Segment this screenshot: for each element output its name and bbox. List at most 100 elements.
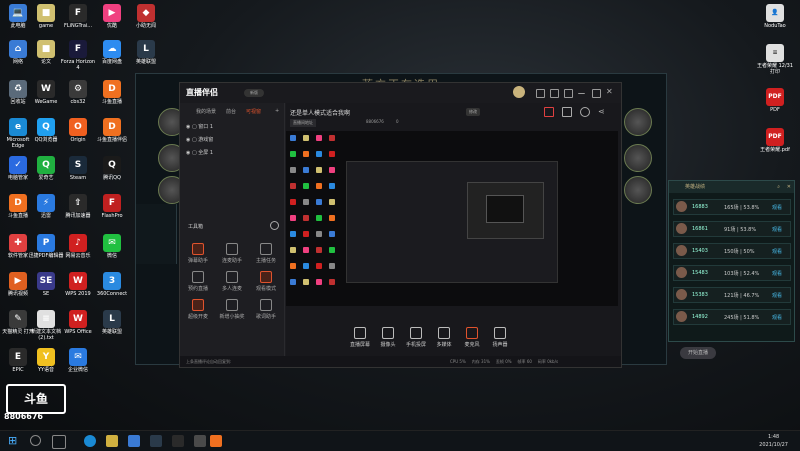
tab-front[interactable]: 前台: [226, 108, 236, 115]
record-icon[interactable]: [580, 107, 590, 117]
desktop-icon[interactable]: ≡ 王者荣耀 12/31 打印: [757, 44, 793, 75]
scene-item[interactable]: ◉ ▢ 游戏窗: [186, 136, 213, 143]
desktop-icon[interactable]: SE SE: [28, 272, 64, 298]
version-badge[interactable]: 新版: [244, 89, 264, 97]
desktop-icon[interactable]: D 斗鱼直播伴侣: [94, 118, 130, 144]
desktop-icon[interactable]: S Steam: [60, 156, 96, 182]
desktop-icon[interactable]: ■ game: [28, 4, 64, 30]
desktop-icon[interactable]: ◆ 小助无闻: [128, 4, 164, 30]
toolbox-item[interactable]: 观看模式: [252, 271, 280, 292]
taskbar: ⊞ 1:48 2021/10/27: [0, 430, 800, 451]
scene-item[interactable]: ◉ ▢ 窗口 1: [186, 123, 213, 130]
toolbox-item[interactable]: 歌词助手: [252, 299, 280, 320]
desktop-icon[interactable]: ≡ 新建文本文档 (2).txt: [28, 310, 64, 341]
toolbox-item[interactable]: 超级开麦: [184, 299, 212, 320]
watch-link[interactable]: 观看: [772, 314, 782, 321]
desktop-icon[interactable]: Q 腾讯QQ: [94, 156, 130, 182]
desktop-icon[interactable]: L 英雄联盟: [128, 40, 164, 66]
message-icon[interactable]: [536, 89, 545, 98]
gift-icon[interactable]: [544, 107, 554, 117]
edit-title-button[interactable]: 修改: [466, 108, 480, 116]
stream-title[interactable]: 还是单人模式适合我啊: [290, 108, 350, 117]
task-view-icon[interactable]: [52, 435, 66, 449]
control-button[interactable]: 多媒体: [430, 327, 458, 348]
desktop-icon[interactable]: W WPS Office: [60, 310, 96, 336]
champion-portrait[interactable]: [624, 144, 652, 172]
streaming-app-icon[interactable]: [210, 435, 222, 447]
desktop-app-icon: L: [103, 310, 121, 328]
desktop-icon[interactable]: F FlashPro: [94, 194, 130, 220]
toolbox-item[interactable]: 弹幕助手: [184, 243, 212, 264]
control-button[interactable]: 手机投屏: [402, 327, 430, 348]
share-icon[interactable]: ⋖: [598, 107, 605, 116]
store-icon[interactable]: [128, 435, 140, 447]
desktop-icon[interactable]: 3 360Connect: [94, 272, 130, 298]
avatar[interactable]: [513, 86, 525, 98]
control-button[interactable]: 扬声器: [486, 327, 514, 348]
close-icon[interactable]: ✕: [606, 87, 613, 96]
desktop-icon[interactable]: ☁ 百度网盘: [94, 40, 130, 66]
close-icon[interactable]: ✕: [787, 181, 791, 193]
desktop-icon[interactable]: L 英雄联盟: [94, 310, 130, 336]
maximize-icon[interactable]: [592, 89, 601, 98]
steam-icon[interactable]: [150, 435, 162, 447]
watch-link[interactable]: 观看: [772, 204, 782, 211]
app-icon[interactable]: [194, 435, 206, 447]
desktop-icon[interactable]: 👤 NoduTao: [757, 4, 793, 30]
desktop-icon[interactable]: P 迅捷PDF编辑器: [28, 234, 64, 260]
control-button[interactable]: 麦克风: [458, 327, 486, 348]
champion-portrait[interactable]: [624, 176, 652, 204]
toolbox-item[interactable]: 连麦助手: [218, 243, 246, 264]
desktop-icon[interactable]: W WeGame: [28, 80, 64, 106]
desktop-icon[interactable]: ⚙ cbs32: [60, 80, 96, 106]
start-icon[interactable]: ⊞: [8, 435, 20, 447]
system-clock[interactable]: 1:48 2021/10/27: [759, 433, 788, 449]
desktop-icon[interactable]: PDF 王者荣耀.pdf: [757, 128, 793, 154]
streaming-app-window[interactable]: 直播伴侣 新版 ✕ 我的场景 前台 可视窗 + ◉ ▢ 窗口 1 ◉ ▢ 游戏窗 ◉…: [179, 82, 716, 368]
desktop-icon[interactable]: F Forza Horizon 4: [60, 40, 96, 71]
desktop-icon[interactable]: ♪ 网易云音乐: [60, 234, 96, 260]
search-icon[interactable]: [30, 435, 41, 446]
control-button[interactable]: 直播屏幕: [346, 327, 374, 348]
desktop-icon[interactable]: ⇧ 腾讯加速器: [60, 194, 96, 220]
minus-icon[interactable]: [270, 221, 279, 230]
watch-link[interactable]: 观看: [772, 292, 782, 299]
control-button[interactable]: 摄像头: [374, 327, 402, 348]
desktop-icon[interactable]: PDF PDF: [757, 88, 793, 114]
desktop-icon[interactable]: F FLiNGTrai...: [60, 4, 96, 30]
watch-link[interactable]: 观看: [772, 226, 782, 233]
start-stream-button[interactable]: 开始直播: [680, 347, 716, 359]
tab-my-scenes[interactable]: 我的场景: [196, 108, 216, 115]
scene-item[interactable]: ◉ ▢ 全屏 1: [186, 149, 213, 156]
watch-link[interactable]: 观看: [772, 248, 782, 255]
desktop-icon[interactable]: O Origin: [60, 118, 96, 144]
desktop-icon[interactable]: ■ 论文: [28, 40, 64, 66]
toolbox-item[interactable]: 新增小抽奖: [218, 299, 246, 320]
file-explorer-icon[interactable]: [106, 435, 118, 447]
add-icon[interactable]: +: [275, 108, 279, 114]
tab-visible-window[interactable]: 可视窗: [246, 108, 261, 115]
desktop-icon[interactable]: ✉ 企业微信: [60, 348, 96, 374]
toolbox-item[interactable]: 多人连麦: [218, 271, 246, 292]
minimize-icon[interactable]: [578, 89, 585, 94]
menu-icon[interactable]: [564, 89, 573, 98]
edge-icon[interactable]: [84, 435, 96, 447]
desktop-icon[interactable]: ✉ 微信: [94, 234, 130, 260]
search-icon[interactable]: ⌕: [777, 181, 780, 193]
settings-icon[interactable]: [550, 89, 559, 98]
watch-link[interactable]: 观看: [772, 270, 782, 277]
toolbox-item[interactable]: 预约直播: [184, 271, 212, 292]
desktop-icon[interactable]: ⚡ 迅雷: [28, 194, 64, 220]
desktop-icon[interactable]: Y YY语音: [28, 348, 64, 374]
room-label[interactable]: 直播间地址: [290, 119, 316, 127]
chat-icon[interactable]: [562, 107, 572, 117]
desktop-icon[interactable]: D 斗鱼直播: [94, 80, 130, 106]
desktop-icon[interactable]: Q 爱奇艺: [28, 156, 64, 182]
wegame-icon[interactable]: [172, 435, 184, 447]
stream-preview[interactable]: [286, 131, 618, 306]
toolbox-item[interactable]: 主播任务: [252, 243, 280, 264]
champion-portrait[interactable]: [624, 108, 652, 136]
desktop-icon[interactable]: ▶ 优酷: [94, 4, 130, 30]
desktop-icon[interactable]: W WPS 2019: [60, 272, 96, 298]
desktop-icon[interactable]: Q QQ浏览器: [28, 118, 64, 144]
